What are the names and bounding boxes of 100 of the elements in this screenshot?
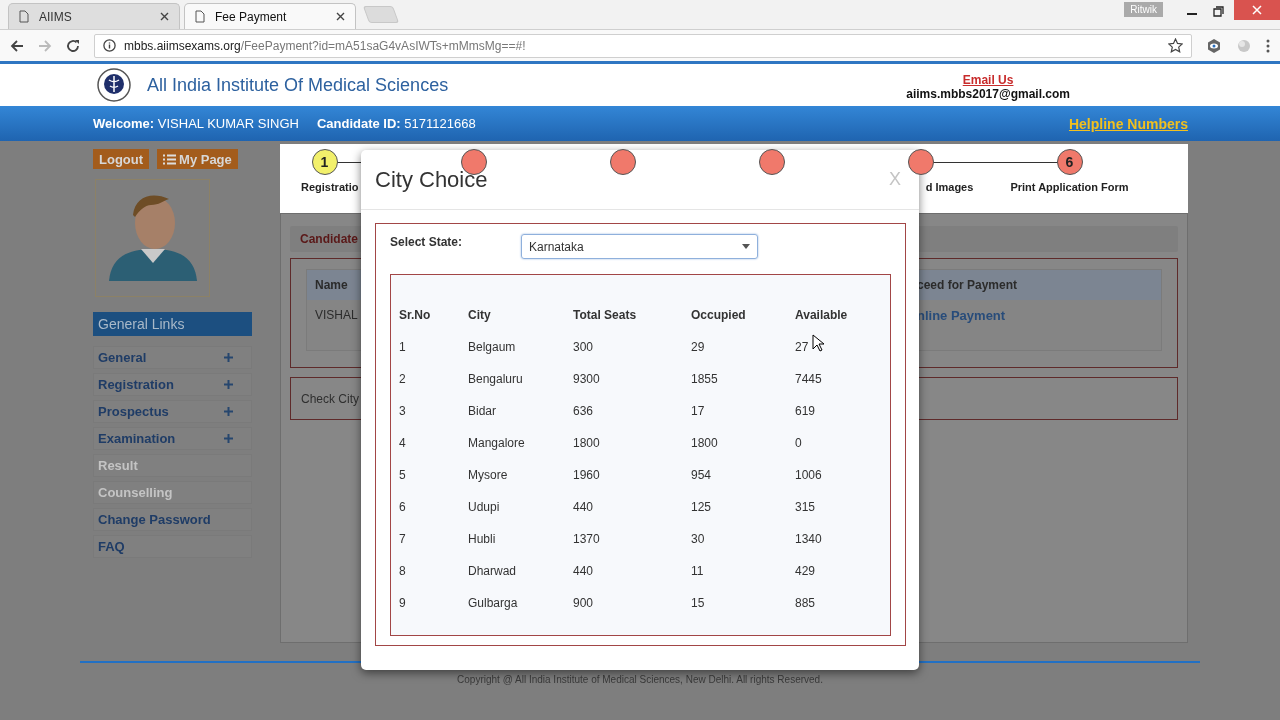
table-cell: 17 (691, 404, 705, 418)
table-cell: 1 (399, 340, 406, 354)
sidebar-item[interactable]: FAQ (93, 535, 252, 558)
table-cell: Bengaluru (468, 372, 523, 386)
table-cell: 3 (399, 404, 406, 418)
email-address: aiims.mbbs2017@gmail.com (906, 87, 1070, 101)
table-cell: 4 (399, 436, 406, 450)
page-icon (195, 10, 205, 23)
table-cell: 1800 (573, 436, 600, 450)
browser-tab[interactable]: AIIMS (8, 3, 180, 29)
column-header: Available (795, 308, 848, 322)
table-cell: 7445 (795, 372, 822, 386)
table-cell: 1006 (795, 468, 822, 482)
table-cell: 954 (691, 468, 712, 482)
emblem-logo (97, 68, 131, 102)
sidebar-item[interactable]: Examination (93, 427, 252, 450)
table-cell: Bidar (468, 404, 496, 418)
table-cell: 885 (795, 596, 816, 610)
browser-tab[interactable]: Fee Payment (184, 3, 356, 29)
table-cell: Gulbarga (468, 596, 518, 610)
table-cell: 9 (399, 596, 406, 610)
table-cell: 15 (691, 596, 705, 610)
table-cell: Mangalore (468, 436, 525, 450)
welcome-text: Welcome: VISHAL KUMAR SINGH (93, 116, 299, 131)
select-state-label: Select State: (390, 235, 464, 249)
close-icon (1252, 5, 1262, 15)
restore-icon[interactable] (1213, 6, 1224, 17)
table-cell: 9300 (573, 372, 600, 386)
reload-icon[interactable] (66, 38, 80, 53)
helpline-link[interactable]: Helpline Numbers (1068, 115, 1188, 132)
table-cell: Dharwad (468, 564, 517, 578)
table-cell: 125 (691, 500, 712, 514)
plus-icon (224, 407, 233, 416)
close-button[interactable]: X (885, 169, 905, 190)
step-label: d Images (925, 181, 974, 194)
table-cell: 900 (573, 596, 594, 610)
back-icon[interactable] (10, 38, 24, 53)
table-cell: 27 (795, 340, 809, 354)
table-cell: 1960 (573, 468, 600, 482)
table-cell: 11 (691, 564, 704, 578)
close-icon[interactable] (336, 12, 345, 21)
star-icon[interactable] (1168, 38, 1183, 53)
plus-icon (224, 380, 233, 389)
table-cell: 29 (691, 340, 705, 354)
candidate-id: Candidate ID: 5171121668 (316, 116, 476, 131)
sidebar-item[interactable]: Prospectus (93, 400, 252, 423)
column-header: Occupied (691, 308, 746, 322)
plus-icon (224, 353, 233, 362)
section-title: Candidate (300, 232, 358, 246)
copyright-text: Copyright @ All India Institute of Medical Sciences, New Delhi. All rights Reserved. (456, 674, 824, 685)
menu-icon[interactable] (1266, 38, 1270, 53)
sidebar-item[interactable]: General (93, 346, 252, 369)
table-cell: Udupi (468, 500, 500, 514)
table-cell: 315 (795, 500, 816, 514)
step-label: Print Application Form (1010, 181, 1129, 194)
step-circle: 1 (311, 149, 338, 175)
site-title: All India Institute Of Medical Sciences (147, 74, 449, 96)
table-cell: 1855 (691, 372, 718, 386)
email-us-link[interactable]: Email Us (962, 73, 1014, 87)
table-cell: 1340 (795, 532, 822, 546)
caret-icon (742, 244, 750, 249)
table-cell: 2 (399, 372, 406, 386)
table-cell: 440 (573, 564, 594, 578)
step-circle: 6 (1056, 149, 1083, 175)
page-icon (19, 10, 29, 23)
my-page-button[interactable]: My Page (157, 149, 238, 169)
logout-button[interactable]: Logout (93, 149, 150, 169)
table-cell: Belgaum (468, 340, 516, 354)
table-cell: Hubli (468, 532, 496, 546)
general-links-heading: General Links (93, 312, 252, 336)
table-cell: 5 (399, 468, 406, 482)
dialog-title: City Choice (375, 166, 488, 193)
table-cell: 1800 (691, 436, 718, 450)
eye-icon[interactable] (1206, 37, 1222, 54)
table-cell: 429 (795, 564, 816, 578)
table-cell: 1370 (573, 532, 600, 546)
table-cell: 8 (399, 564, 406, 578)
sidebar-item[interactable]: Change Password (93, 508, 252, 531)
info-icon (103, 39, 116, 52)
step-label: Registratio (301, 181, 359, 194)
sidebar-item[interactable]: Registration (93, 373, 252, 396)
column-header: City (468, 308, 491, 322)
check-city-text: Check City (301, 391, 359, 406)
table-cell: 7 (399, 532, 406, 546)
table-cell: 30 (691, 532, 705, 546)
table-cell: Mysore (468, 468, 508, 482)
address-field[interactable]: mbbs.aiimsexams.org/FeePayment?id=mA51saG4vAsIWTs+mMmsMg==#! (94, 33, 1192, 58)
close-icon[interactable] (160, 12, 169, 21)
column-header: Total Seats (573, 308, 637, 322)
state-dropdown[interactable]: Karnataka (521, 234, 758, 259)
table-cell: 6 (399, 500, 406, 514)
table-cell: 440 (573, 500, 594, 514)
table-cell: VISHAL (315, 308, 358, 322)
mouse-cursor-icon (812, 334, 824, 352)
list-icon (163, 153, 177, 165)
table-cell: 300 (573, 340, 594, 354)
profile-badge[interactable]: Ritwik (1124, 2, 1163, 17)
column-header: Name (315, 278, 348, 292)
plus-icon (224, 434, 233, 443)
table-cell: 0 (795, 436, 802, 450)
